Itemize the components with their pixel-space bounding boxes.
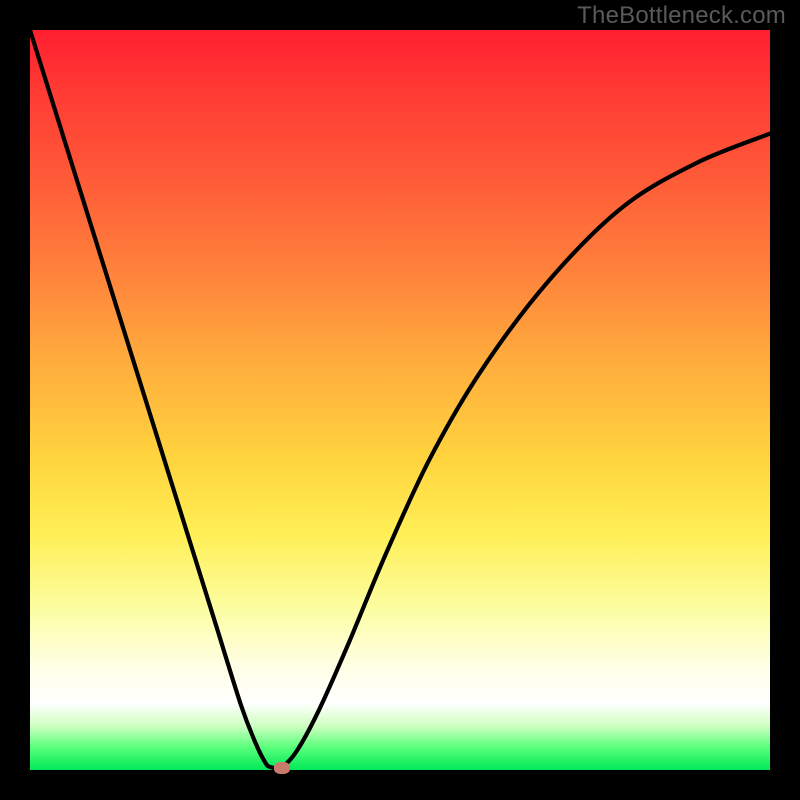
optimal-point-marker [274,762,290,774]
curve-svg [30,30,770,770]
watermark-text: TheBottleneck.com [577,2,786,30]
chart-frame: TheBottleneck.com [0,0,800,800]
bottleneck-curve [30,30,770,768]
plot-area [30,30,770,770]
